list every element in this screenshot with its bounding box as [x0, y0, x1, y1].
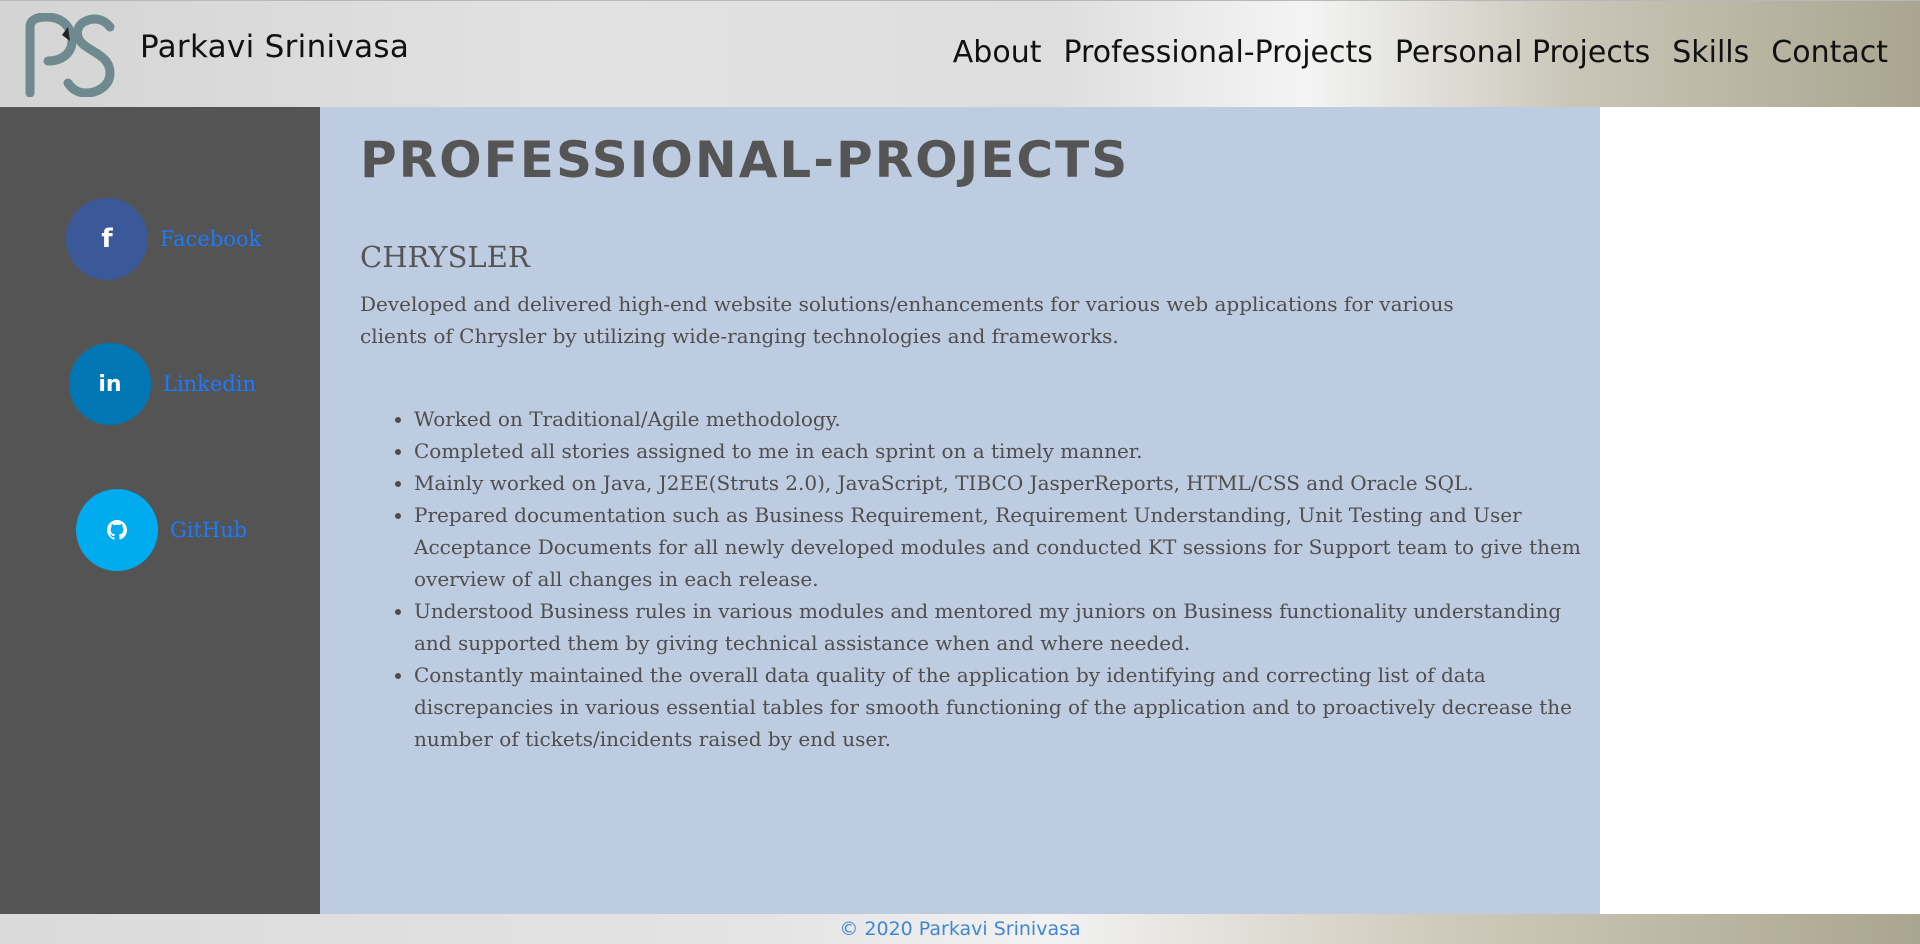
- list-item: Constantly maintained the overall data q…: [414, 659, 1594, 755]
- project-bullet-list: Worked on Traditional/Agile methodology.…: [360, 403, 1594, 755]
- list-item: Prepared documentation such as Business …: [414, 499, 1594, 595]
- github-link[interactable]: GitHub: [76, 489, 247, 571]
- main-content: PROFESSIONAL-PROJECTS CHRYSLER Developed…: [320, 107, 1600, 914]
- nav-about[interactable]: About: [953, 35, 1042, 70]
- nav-contact[interactable]: Contact: [1771, 35, 1888, 70]
- copyright-text: © 2020 Parkavi Srinivasa: [839, 918, 1081, 940]
- linkedin-icon[interactable]: in: [69, 343, 151, 425]
- list-item: Mainly worked on Java, J2EE(Struts 2.0),…: [414, 467, 1594, 499]
- list-item: Completed all stories assigned to me in …: [414, 435, 1594, 467]
- site-footer: © 2020 Parkavi Srinivasa: [0, 914, 1920, 944]
- main-nav: About Professional-Projects Personal Pro…: [953, 35, 1888, 70]
- ps-logo-icon[interactable]: [22, 13, 116, 97]
- site-header: Parkavi Srinivasa About Professional-Pro…: [0, 0, 1920, 107]
- page-title: PROFESSIONAL-PROJECTS: [360, 131, 1130, 189]
- list-item: Understood Business rules in various mod…: [414, 595, 1594, 659]
- list-item: Worked on Traditional/Agile methodology.: [414, 403, 1594, 435]
- nav-skills[interactable]: Skills: [1672, 35, 1749, 70]
- project-title: CHRYSLER: [360, 240, 530, 274]
- github-glyph-icon: [107, 520, 127, 540]
- github-icon[interactable]: [76, 489, 158, 571]
- github-label[interactable]: GitHub: [170, 518, 247, 542]
- facebook-label[interactable]: Facebook: [160, 227, 261, 251]
- facebook-icon[interactable]: f: [66, 198, 148, 280]
- linkedin-label[interactable]: Linkedin: [163, 372, 256, 396]
- project-description: Developed and delivered high-end website…: [360, 292, 1454, 348]
- nav-professional-projects[interactable]: Professional-Projects: [1063, 35, 1372, 70]
- linkedin-link[interactable]: in Linkedin: [69, 343, 256, 425]
- facebook-link[interactable]: f Facebook: [66, 198, 261, 280]
- nav-personal-projects[interactable]: Personal Projects: [1395, 35, 1650, 70]
- site-name: Parkavi Srinivasa: [140, 29, 410, 65]
- social-sidebar: f Facebook in Linkedin GitHub: [0, 107, 320, 914]
